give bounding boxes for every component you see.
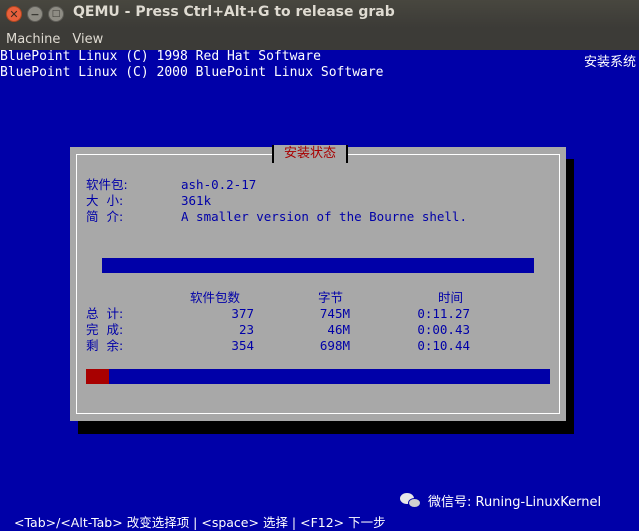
header-time: 时间 bbox=[438, 290, 464, 305]
watermark-text: 微信号: Runing-LinuxKernel bbox=[428, 495, 602, 510]
console-line-2: BluePoint Linux (C) 2000 BluePoint Linux… bbox=[0, 65, 384, 80]
row-total-time: 0:11.27 bbox=[417, 306, 470, 321]
size-label: 大 小: bbox=[86, 193, 124, 208]
header-bytes: 字节 bbox=[318, 290, 344, 305]
row-done-count: 23 bbox=[238, 322, 254, 337]
window-titlebar[interactable]: ✕ − □ QEMU - Press Ctrl+Alt+G to release… bbox=[0, 0, 639, 28]
size-value: 361k bbox=[181, 193, 212, 208]
console-screen[interactable]: BluePoint Linux (C) 1998 Red Hat Softwar… bbox=[0, 50, 639, 531]
row-remaining-label: 剩 余: bbox=[86, 338, 124, 353]
package-progress-fill bbox=[102, 258, 534, 273]
row-total-label: 总 计: bbox=[86, 306, 124, 321]
row-remaining-bytes: 698M bbox=[319, 338, 350, 353]
watermark: 微信号: Runing-LinuxKernel bbox=[400, 491, 601, 510]
minimize-icon[interactable]: − bbox=[27, 6, 43, 22]
maximize-icon[interactable]: □ bbox=[48, 6, 64, 22]
help-line: <Tab>/<Alt-Tab> 改变选择项 | <space> 选择 | <F1… bbox=[14, 515, 386, 530]
row-done-label: 完 成: bbox=[86, 322, 124, 337]
package-label: 软件包: bbox=[86, 177, 128, 192]
dialog-title: 安装状态 bbox=[272, 145, 349, 163]
row-total-bytes: 745M bbox=[319, 306, 350, 321]
summary-label: 简 介: bbox=[86, 209, 124, 224]
total-progress-fill bbox=[86, 369, 110, 384]
row-remaining-time: 0:10.44 bbox=[417, 338, 470, 353]
close-icon[interactable]: ✕ bbox=[6, 6, 22, 22]
summary-value: A smaller version of the Bourne shell. bbox=[181, 209, 467, 224]
console-line-1: BluePoint Linux (C) 1998 Red Hat Softwar… bbox=[0, 50, 321, 64]
total-progress-bar bbox=[86, 369, 550, 384]
row-done-time: 0:00.43 bbox=[417, 322, 470, 337]
install-status-dialog: 安装状态 软件包: ash-0.2-17 大 小: 361k 简 介: A sm… bbox=[70, 145, 566, 421]
row-remaining-count: 354 bbox=[231, 338, 254, 353]
wechat-icon bbox=[400, 492, 422, 510]
row-done-bytes: 46M bbox=[327, 322, 350, 337]
menu-bar: Machine View bbox=[0, 28, 639, 50]
row-total-count: 377 bbox=[231, 306, 254, 321]
menu-machine[interactable]: Machine bbox=[0, 32, 66, 47]
window-title: QEMU - Press Ctrl+Alt+G to release grab bbox=[73, 4, 395, 20]
package-progress-bar bbox=[102, 258, 534, 273]
menu-view[interactable]: View bbox=[66, 32, 109, 47]
install-system-label: 安装系统 bbox=[583, 55, 636, 70]
header-packages: 软件包数 bbox=[190, 290, 241, 305]
package-value: ash-0.2-17 bbox=[181, 177, 257, 192]
